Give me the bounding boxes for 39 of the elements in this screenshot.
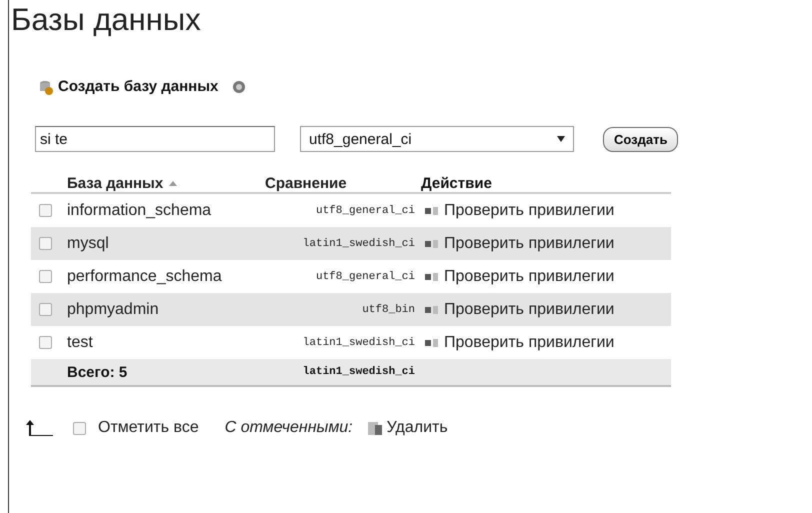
checkbox[interactable] [39,270,52,283]
checkbox[interactable] [39,237,52,250]
checkbox[interactable] [39,303,52,316]
sort-ascending-icon [169,181,178,186]
help-icon[interactable] [232,80,246,94]
corner-arrow-icon [25,419,55,437]
check-privileges-link[interactable]: Проверить привилегии [444,234,614,252]
column-label: Действие [421,175,492,192]
total-label: Всего: 5 [67,364,128,380]
database-name[interactable]: test [67,334,257,352]
delete-button[interactable]: Удалить [386,419,448,437]
collation: utf8_general_ci [316,270,416,282]
create-database-heading: Создать базу данных [58,78,218,95]
check-privileges-link[interactable]: Проверить привилегии [444,300,614,318]
collation: utf8_bin [362,304,416,316]
column-header[interactable]: Сравнение [265,175,347,192]
with-selected-label: С отмеченными: [224,419,353,437]
database-name[interactable]: mysql [67,234,257,252]
checkbox[interactable] [73,422,86,434]
database-name-field[interactable]: si te [35,126,275,152]
column-header[interactable]: База данных [67,175,164,192]
collation-dropdown[interactable]: utf8_general_ci [300,126,574,152]
checkbox[interactable] [39,204,52,217]
collation: latin1_swedish_ci [302,336,416,348]
checkbox[interactable] [39,336,52,349]
default-collation: latin1_swedish_ci [302,366,416,378]
check-privileges-link[interactable]: Проверить привилегии [444,268,614,286]
delete-icon [366,420,383,436]
collation: latin1_swedish_ci [302,238,416,250]
create-button[interactable]: Создать [603,126,678,152]
check-privileges-link[interactable]: Проверить привилегии [444,334,614,352]
collation: utf8_general_ci [316,204,416,216]
check-privileges-link[interactable]: Проверить привилегии [444,202,614,220]
database-name[interactable]: information_schema [67,202,257,220]
page-title: Базы данных [11,1,202,38]
database-name[interactable]: phpmyadmin [67,300,257,318]
database-name[interactable]: performance_schema [67,268,257,286]
dropdown-arrow-icon [557,136,565,142]
check-all-link[interactable]: Отметить все [98,419,199,437]
